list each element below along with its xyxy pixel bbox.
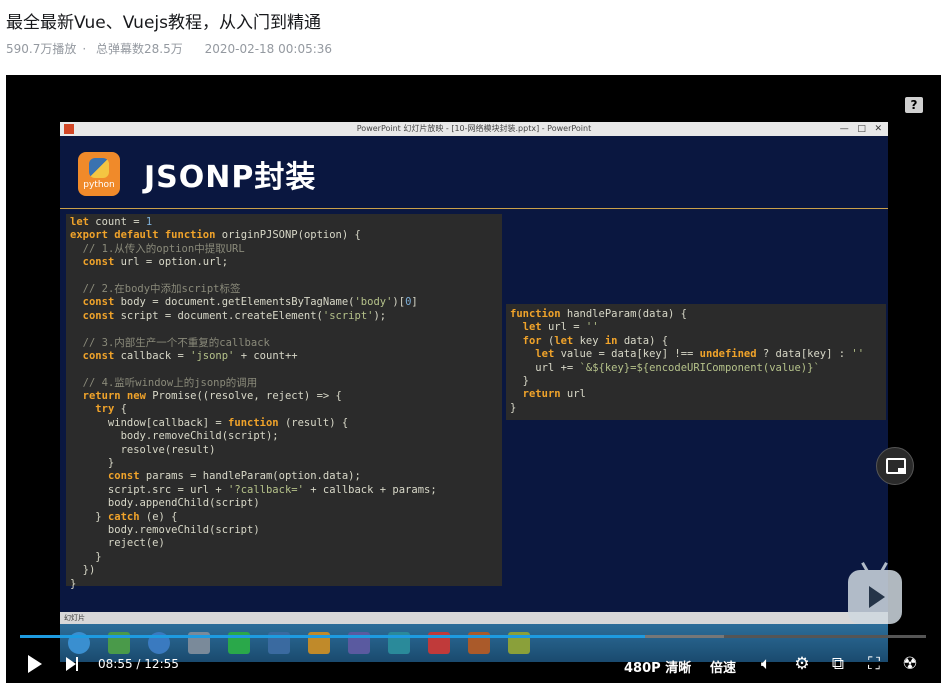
code-block-handleparam: function handleParam(data) { let url = '… <box>506 304 886 420</box>
code-line: reject(e) <box>70 537 165 550</box>
slide: python JSONP封装 let count = 1 export defau… <box>60 136 888 612</box>
slide-header: python JSONP封装 <box>60 136 888 209</box>
played-bar <box>20 635 646 638</box>
window-title: PowerPoint 幻灯片放映 - [10-网络模块封装.pptx] - Po… <box>356 124 592 133</box>
control-bar: 08:55 / 12:55 480P 清晰 倍速 🔈︎ ⚙︎ ⧉ ⛶ ☢︎ <box>6 647 941 683</box>
code-line: } <box>70 457 115 470</box>
code-line: const callback = 'jsonp' + count++ <box>82 349 298 362</box>
code-line: let count = 1 <box>70 216 153 228</box>
code-line: }) <box>70 564 96 577</box>
code-line: const params = handleParam(option.data); <box>107 470 361 483</box>
video-title: 最全最新Vue、Vuejs教程，从入门到精通 <box>6 13 321 33</box>
quality-button[interactable]: 480P 清晰 <box>624 657 691 676</box>
window-titlebar: PowerPoint 幻灯片放映 - [10-网络模块封装.pptx] - Po… <box>60 122 888 136</box>
play-count: 590.7万播放 <box>6 42 77 56</box>
code-line: try { <box>95 403 127 416</box>
widescreen-icon[interactable]: ⛶ <box>864 654 884 674</box>
code-block-jsonp: let count = 1 export default function ori… <box>66 214 502 590</box>
code-line: let value = data[key] !== undefined ? da… <box>535 348 865 361</box>
code-line: body.appendChild(script) <box>70 497 260 510</box>
code-line: script.src = url + '?callback=' + callba… <box>70 483 437 496</box>
code-line: } <box>510 401 517 414</box>
video-player[interactable]: PowerPoint 幻灯片放映 - [10-网络模块封装.pptx] - Po… <box>6 75 941 683</box>
code-line: // 4.监听window上的jsonp的调用 <box>82 376 258 389</box>
video-meta: 590.7万播放 · 总弹幕数28.5万 2020-02-18 00:05:36 <box>6 40 338 57</box>
code-line: // 3.内部生产一个不重复的callback <box>82 336 270 349</box>
window-controls: — □ ✕ <box>839 124 882 134</box>
code-line: export default function originPJSONP(opt… <box>70 229 361 242</box>
code-line: function handleParam(data) { <box>510 308 688 320</box>
meta-separator: · <box>82 42 87 56</box>
code-line: } <box>70 550 102 563</box>
picture-in-picture-icon[interactable] <box>876 447 914 485</box>
slideshow-window: PowerPoint 幻灯片放映 - [10-网络模块封装.pptx] - Po… <box>60 122 888 662</box>
code-line: for (let key in data) { <box>522 334 669 347</box>
settings-gear-icon[interactable]: ⚙︎ <box>792 654 812 674</box>
code-line: body.removeChild(script) <box>70 523 260 536</box>
speed-button[interactable]: 倍速 <box>710 657 736 676</box>
code-line: return new Promise((resolve, reject) => … <box>82 390 342 403</box>
code-line: const url = option.url; <box>82 256 229 269</box>
code-line: let url = '' <box>522 321 599 334</box>
code-line: } <box>70 577 77 590</box>
code-line: url += `&${key}=${encodeURIComponent(val… <box>510 361 820 374</box>
code-line: } <box>510 374 529 387</box>
powerpoint-icon <box>64 124 74 134</box>
volume-icon[interactable]: 🔈︎ <box>756 654 776 674</box>
code-line: const body = document.getElementsByTagNa… <box>82 296 418 309</box>
slide-statusbar: 幻灯片 <box>60 612 888 624</box>
total-duration: 12:55 <box>144 657 179 671</box>
code-line: // 2.在body中添加script标签 <box>82 282 241 295</box>
code-line: } catch (e) { <box>70 510 178 523</box>
slide-title: JSONP封装 <box>144 160 317 195</box>
fullscreen-icon[interactable]: ☢︎ <box>900 654 920 674</box>
code-line: window[callback] = function (result) { <box>70 416 349 429</box>
current-time: 08:55 <box>98 657 133 671</box>
help-icon[interactable]: ? <box>905 97 923 113</box>
time-display: 08:55 / 12:55 <box>98 657 179 671</box>
danmaku-count: 总弹幕数28.5万 <box>96 42 183 56</box>
python-logo: python <box>78 152 120 196</box>
next-icon[interactable] <box>66 657 80 671</box>
upload-date: 2020-02-18 00:05:36 <box>204 42 333 56</box>
code-line: return url <box>522 388 586 401</box>
danmaku-toggle-icon[interactable]: ⧉ <box>828 654 848 674</box>
play-icon[interactable] <box>28 655 42 673</box>
python-snake-icon <box>89 158 109 178</box>
play-triangle-icon <box>869 586 885 608</box>
code-line: // 1.从传入的option中提取URL <box>82 242 245 255</box>
bilibili-tv-logo <box>848 562 902 624</box>
progress-bar[interactable] <box>20 635 926 638</box>
time-separator: / <box>136 657 141 671</box>
code-line: body.removeChild(script); <box>70 430 279 443</box>
python-logo-text: python <box>83 180 115 190</box>
code-line: resolve(result) <box>70 443 216 456</box>
code-line: const script = document.createElement('s… <box>82 309 387 322</box>
